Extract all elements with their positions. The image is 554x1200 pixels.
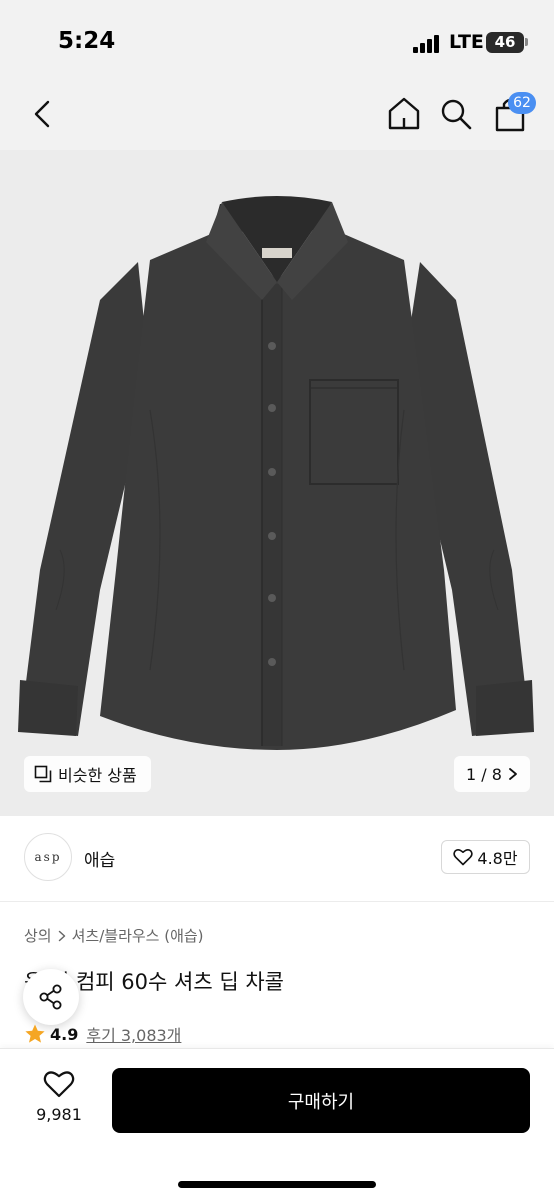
similar-products-label: 비슷한 상품 [58, 766, 137, 785]
rating-row: 4.9 후기 3,083개 [24, 1022, 181, 1046]
rating-score: 4.9 [50, 1024, 79, 1044]
battery-icon: 46 [486, 32, 524, 53]
wishlist-button[interactable]: 9,981 [26, 1069, 92, 1133]
similar-items-icon [34, 765, 52, 783]
bottom-action-bar: 9,981 구매하기 [0, 1048, 554, 1200]
status-time: 5:24 [58, 28, 116, 54]
home-icon [388, 97, 420, 130]
brand-row: asp 애습 4.8만 [0, 816, 554, 902]
image-page-indicator[interactable]: 1 / 8 [454, 756, 530, 792]
reviews-link[interactable]: 후기 3,083개 [86, 1022, 181, 1046]
breadcrumb-category[interactable]: 상의 [24, 925, 52, 946]
shirt-image [18, 196, 534, 750]
heart-icon [453, 849, 474, 866]
chevron-left-icon [34, 100, 50, 128]
status-bar: 5:24 LTE 46 [0, 0, 554, 86]
top-nav [0, 86, 554, 150]
heart-icon [43, 1071, 75, 1098]
buy-button[interactable]: 구매하기 [112, 1068, 530, 1133]
star-icon [25, 1024, 45, 1043]
signal-icon [413, 35, 443, 53]
wishlist-count: 9,981 [36, 1105, 82, 1124]
brand-like-count: 4.8만 [477, 849, 518, 868]
breadcrumb: 상의 셔츠/블라우스 (애습) [24, 925, 204, 946]
brand-logo[interactable]: asp [24, 833, 72, 881]
page-indicator-label: 1 / 8 [466, 764, 502, 784]
home-button[interactable] [385, 94, 423, 134]
search-button[interactable] [437, 94, 475, 134]
breadcrumb-subcategory[interactable]: 셔츠/블라우스 (애습) [72, 925, 204, 946]
similar-products-button[interactable]: 비슷한 상품 [24, 756, 151, 792]
brand-like-button[interactable]: 4.8만 [441, 840, 530, 874]
share-icon [39, 984, 62, 1010]
battery-cap [525, 38, 528, 46]
search-icon [441, 99, 472, 130]
home-indicator[interactable] [178, 1181, 376, 1188]
share-button[interactable] [23, 969, 79, 1025]
cart-count-badge: 62 [508, 92, 536, 114]
back-button[interactable] [26, 96, 62, 132]
network-label: LTE [449, 31, 484, 53]
product-image[interactable]: 비슷한 상품 1 / 8 [0, 150, 554, 816]
chevron-right-icon [509, 768, 517, 780]
brand-name[interactable]: 애습 [84, 846, 115, 871]
chevron-right-icon [58, 930, 65, 941]
